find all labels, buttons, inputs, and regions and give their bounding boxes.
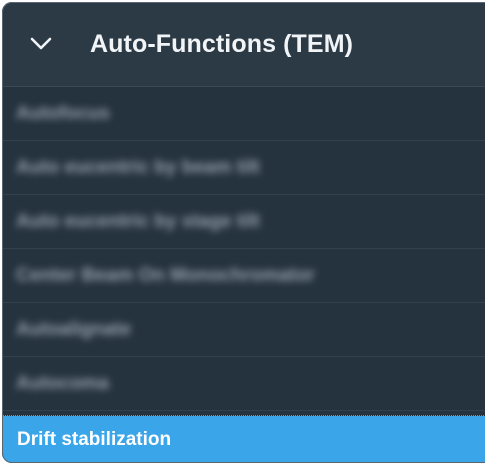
list-item-auto-eucentric-beam-tilt[interactable]: Auto eucentric by beam tilt <box>2 141 485 195</box>
auto-functions-panel: Auto-Functions (TEM) Autofocus Auto euce… <box>2 2 485 463</box>
list-item-center-beam-monochromator[interactable]: Center Beam On Monochromator <box>2 249 485 303</box>
panel-title: Auto-Functions (TEM) <box>90 29 354 58</box>
list-item-autocoma[interactable]: Autocoma <box>2 357 485 411</box>
chevron-down-icon[interactable] <box>2 2 58 86</box>
list-item-auto-eucentric-stage-tilt[interactable]: Auto eucentric by stage tilt <box>2 195 485 249</box>
list-item-label: Autoalignate <box>16 318 132 340</box>
panel-header[interactable]: Auto-Functions (TEM) <box>2 2 485 87</box>
list-item-label: Auto eucentric by beam tilt <box>16 156 260 178</box>
list-item-autoalignate[interactable]: Autoalignate <box>2 303 485 357</box>
list-item-label: Autofocus <box>16 102 110 124</box>
list-item-label: Center Beam On Monochromator <box>16 264 315 286</box>
list-item-label: Drift stabilization <box>17 429 172 450</box>
list-item-label: Autocoma <box>16 372 109 394</box>
list-item-drift-stabilization[interactable]: Drift stabilization <box>2 415 485 463</box>
list-item-label: Auto eucentric by stage tilt <box>16 210 260 232</box>
auto-functions-list: Autofocus Auto eucentric by beam tilt Au… <box>2 87 485 463</box>
list-item-autofocus[interactable]: Autofocus <box>2 87 485 141</box>
